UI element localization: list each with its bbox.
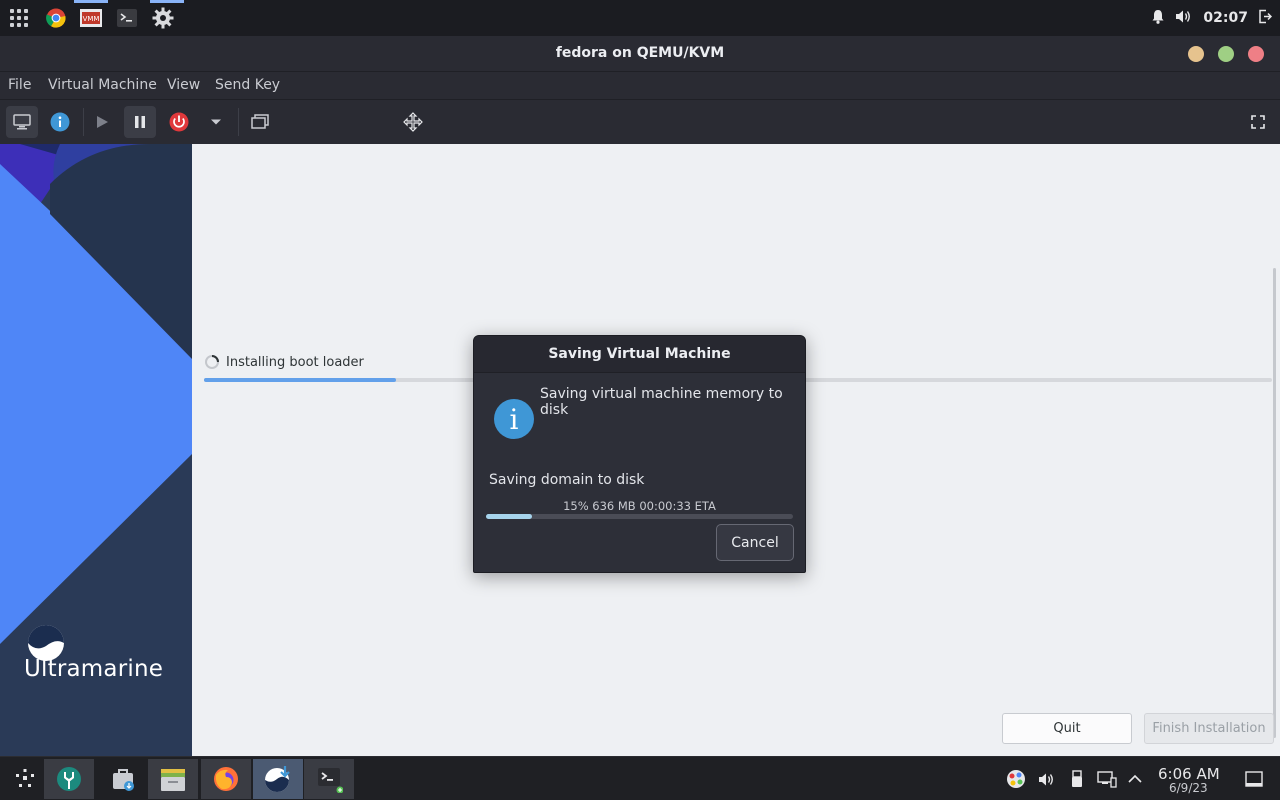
fullscreen-icon[interactable]: [1242, 106, 1274, 138]
task-firefox[interactable]: [201, 759, 251, 799]
quit-button[interactable]: Quit: [1002, 713, 1132, 744]
toolbar: [0, 100, 1280, 144]
console-view-button[interactable]: [6, 106, 38, 138]
menu-send-key[interactable]: Send Key: [215, 77, 280, 93]
top-status-area: 02:07: [1151, 0, 1273, 36]
dialog-title: Saving Virtual Machine: [548, 346, 731, 362]
menu-bar: File Virtual Machine View Send Key: [0, 72, 1280, 100]
top-clock[interactable]: 02:07: [1203, 10, 1248, 26]
bell-icon[interactable]: [1151, 9, 1165, 28]
pause-icon[interactable]: [124, 106, 156, 138]
cancel-button[interactable]: Cancel: [716, 524, 794, 561]
volume-icon[interactable]: [1175, 9, 1193, 28]
finish-installation-button[interactable]: Finish Installation: [1144, 713, 1274, 744]
info-icon[interactable]: [44, 106, 76, 138]
info-icon: i: [494, 399, 534, 439]
terminal-icon[interactable]: [116, 7, 138, 29]
chrome-icon[interactable]: [45, 7, 67, 29]
active-app-indicator: [150, 0, 184, 3]
spinner-icon: [205, 355, 219, 369]
window-title: fedora on QEMU/KVM: [555, 45, 725, 61]
move-cursor-icon: [397, 106, 429, 138]
taskbar: 6:06 AM 6/9/23: [0, 756, 1280, 800]
app-grid-icon[interactable]: [8, 7, 30, 29]
show-desktop-icon[interactable]: [1244, 769, 1264, 789]
snapshots-icon[interactable]: [244, 106, 276, 138]
minimize-button[interactable]: [1188, 46, 1204, 62]
installer-sidebar: Ultramarine: [0, 144, 192, 756]
task-file-manager[interactable]: [148, 759, 198, 799]
task-system-settings[interactable]: [44, 759, 94, 799]
task-installer[interactable]: [253, 759, 303, 799]
dialog-message: Saving virtual machine memory to disk: [540, 386, 783, 418]
toolbar-separator: [83, 108, 84, 136]
toolbar-separator: [238, 108, 239, 136]
maximize-button[interactable]: [1218, 46, 1234, 62]
menu-virtual-machine[interactable]: Virtual Machine: [48, 77, 157, 93]
saving-vm-dialog: Saving Virtual Machine i Saving virtual …: [473, 335, 806, 573]
logout-icon[interactable]: [1258, 9, 1273, 28]
task-software-store[interactable]: [98, 759, 148, 799]
power-icon[interactable]: [163, 106, 195, 138]
window-titlebar[interactable]: fedora on QEMU/KVM: [0, 36, 1280, 72]
scrollbar[interactable]: [1273, 268, 1276, 738]
dialog-progress-bar: [486, 514, 793, 519]
menu-view[interactable]: View: [167, 77, 200, 93]
install-progress-fill: [204, 378, 397, 382]
close-button[interactable]: [1248, 46, 1264, 62]
system-top-bar: VMM 02:07: [0, 0, 1280, 36]
task-terminal[interactable]: [304, 759, 354, 799]
dialog-header[interactable]: Saving Virtual Machine: [474, 336, 805, 373]
virt-manager-icon[interactable]: VMM: [80, 7, 102, 29]
volume-icon[interactable]: [1037, 769, 1057, 789]
brand-name: Ultramarine: [24, 656, 164, 682]
taskbar-clock-date[interactable]: 6/9/23: [1169, 781, 1208, 795]
network-icon[interactable]: [1097, 769, 1117, 789]
dialog-subtitle: Saving domain to disk: [489, 472, 645, 488]
dialog-progress-fill: [486, 514, 533, 519]
install-status-text: Installing boot loader: [226, 354, 364, 370]
dialog-progress-text: 15% 636 MB 00:00:33 ETA: [563, 499, 716, 513]
chevron-up-icon[interactable]: [1125, 769, 1145, 789]
menu-file[interactable]: File: [8, 77, 31, 93]
usb-icon[interactable]: [1067, 769, 1087, 789]
chevron-down-icon[interactable]: [200, 106, 232, 138]
svg-text:VMM: VMM: [83, 15, 100, 23]
launcher-icon[interactable]: [0, 759, 50, 799]
active-app-indicator: [74, 0, 108, 3]
play-icon[interactable]: [86, 106, 118, 138]
color-picker-icon[interactable]: [1006, 769, 1026, 789]
gear-icon[interactable]: [152, 7, 174, 29]
install-status: Installing boot loader: [204, 354, 364, 370]
